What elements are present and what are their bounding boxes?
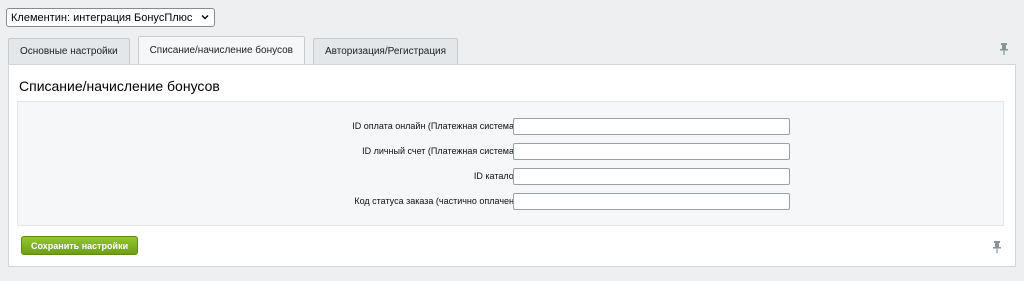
- tab-bar: Основные настройки Списание/начисление б…: [8, 36, 466, 64]
- field-label: ID оплата онлайн (Платежная система): [352, 121, 517, 131]
- tab-main-settings[interactable]: Основные настройки: [8, 38, 130, 64]
- field-label: ID каталог: [473, 171, 517, 181]
- tab-label: Авторизация/Регистрация: [325, 46, 447, 57]
- settings-panel: Списание/начисление бонусов ID оплата он…: [8, 64, 1016, 267]
- site-select-value: Клементин: интеграция БонусПлюс: [11, 11, 193, 24]
- order-status-code-input[interactable]: [513, 193, 790, 210]
- save-button-label: Сохранить настройки: [31, 240, 129, 251]
- form-row: Код статуса заказа (частично оплачен): [18, 193, 1003, 210]
- form-row: ID личный счет (Платежная система): [18, 143, 1003, 160]
- pin-icon[interactable]: [1000, 43, 1008, 55]
- form-row: ID каталог: [18, 168, 1003, 185]
- pin-icon[interactable]: [993, 241, 1001, 253]
- field-label: Код статуса заказа (частично оплачен): [354, 196, 517, 206]
- field-label: ID личный счет (Платежная система): [362, 146, 517, 156]
- site-select[interactable]: Клементин: интеграция БонусПлюс: [6, 8, 216, 27]
- save-settings-button[interactable]: Сохранить настройки: [21, 236, 139, 255]
- online-payment-id-input[interactable]: [513, 118, 790, 135]
- tab-label: Списание/начисление бонусов: [149, 45, 293, 56]
- form-row: ID оплата онлайн (Платежная система): [18, 118, 1003, 135]
- settings-form: ID оплата онлайн (Платежная система) ID …: [17, 101, 1004, 226]
- catalog-id-input[interactable]: [513, 168, 790, 185]
- tab-bonus-writeoff[interactable]: Списание/начисление бонусов: [137, 36, 305, 64]
- panel-title: Списание/начисление бонусов: [19, 78, 220, 94]
- tab-label: Основные настройки: [20, 46, 118, 57]
- personal-account-id-input[interactable]: [513, 143, 790, 160]
- tab-auth-registration[interactable]: Авторизация/Регистрация: [313, 38, 459, 64]
- chevron-down-icon: [201, 15, 209, 20]
